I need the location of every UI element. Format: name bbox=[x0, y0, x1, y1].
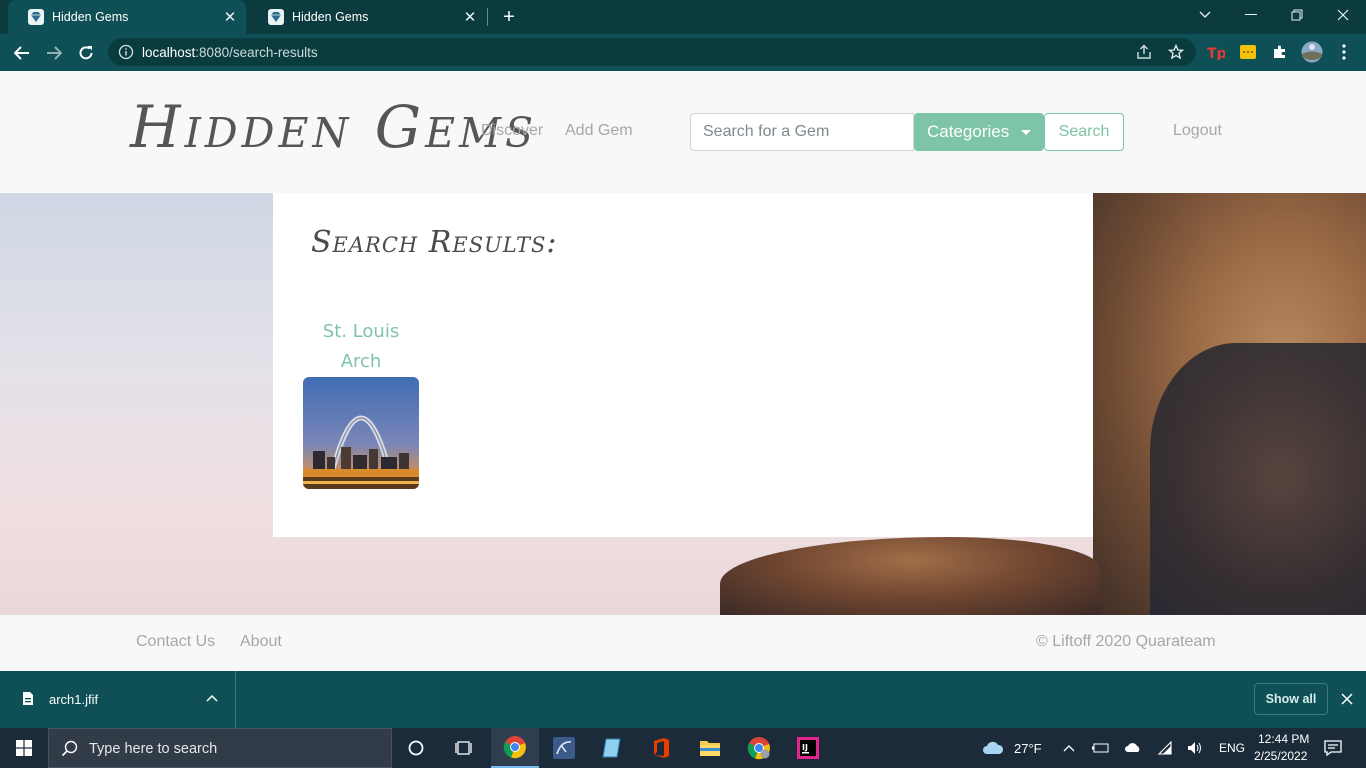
categories-label: Categories bbox=[927, 122, 1010, 141]
task-view-icon[interactable] bbox=[440, 728, 488, 768]
onedrive-cloud-icon[interactable] bbox=[1122, 728, 1144, 768]
footer-link-about[interactable]: About bbox=[240, 633, 282, 651]
back-arrow-icon[interactable] bbox=[9, 40, 35, 66]
file-explorer-icon[interactable] bbox=[686, 728, 734, 768]
chrome-taskbar-icon[interactable] bbox=[491, 728, 539, 768]
windows-taskbar: Type here to search IJ 27°F ENG 12:44 PM… bbox=[0, 728, 1366, 768]
browser-menu-icon[interactable] bbox=[1334, 42, 1354, 62]
brand-logo[interactable]: Hidden Gems bbox=[130, 93, 537, 161]
cortana-icon[interactable] bbox=[392, 728, 440, 768]
gem-search-input[interactable]: Search for a Gem bbox=[690, 113, 914, 151]
footer-link-contact[interactable]: Contact Us bbox=[136, 633, 215, 651]
logout-link[interactable]: Logout bbox=[1173, 122, 1222, 140]
chevron-up-icon[interactable] bbox=[205, 692, 219, 706]
gem-favicon-icon bbox=[28, 9, 44, 25]
intellij-icon[interactable]: IJ bbox=[784, 728, 832, 768]
tab-hidden-gems[interactable]: Hidden Gems ✕ bbox=[248, 0, 486, 34]
site-footer: Contact Us About © Liftoff 2020 Quaratea… bbox=[0, 615, 1366, 671]
download-bar: arch1.jfif Show all bbox=[0, 671, 1366, 728]
tab-search-chevron-icon[interactable] bbox=[1182, 0, 1228, 30]
wifi-icon[interactable] bbox=[1154, 728, 1176, 768]
profile-avatar[interactable] bbox=[1301, 41, 1323, 63]
page-title: Search Results: bbox=[311, 225, 558, 260]
categories-dropdown-button[interactable]: Categories bbox=[914, 113, 1044, 151]
weather-cloud-icon[interactable] bbox=[978, 728, 1008, 768]
gem-favicon-icon bbox=[268, 9, 284, 25]
tab-close-icon[interactable]: ✕ bbox=[462, 9, 478, 26]
new-tab-plus-icon[interactable]: + bbox=[498, 6, 520, 28]
gem-name-line2[interactable]: Arch bbox=[303, 347, 419, 377]
taskbar-search-placeholder: Type here to search bbox=[89, 741, 218, 757]
close-download-bar-icon[interactable] bbox=[1340, 692, 1354, 706]
reload-icon[interactable] bbox=[73, 40, 99, 66]
tab-close-icon[interactable]: ✕ bbox=[222, 9, 238, 26]
tab-hidden-gems-active[interactable]: Hidden Gems ✕ bbox=[8, 0, 246, 34]
site-info-icon[interactable] bbox=[118, 44, 134, 60]
nav-link-add-gem[interactable]: Add Gem bbox=[565, 122, 633, 140]
show-hidden-icons-chevron-icon[interactable] bbox=[1058, 728, 1080, 768]
web-page: Hidden Gems Discover Add Gem Search for … bbox=[0, 71, 1366, 671]
gem-photo-arch[interactable] bbox=[303, 377, 419, 489]
nav-link-discover[interactable]: Discover bbox=[481, 122, 543, 140]
clock-date[interactable]: 2/25/2022 bbox=[1254, 749, 1307, 763]
url-text: localhost:8080/search-results bbox=[142, 45, 318, 60]
search-results-panel: Search Results: St. Louis Arch bbox=[273, 193, 1093, 537]
extensions-puzzle-icon[interactable] bbox=[1270, 42, 1290, 62]
url-host: localhost bbox=[142, 45, 196, 60]
svg-text:IJ: IJ bbox=[802, 743, 808, 752]
copyright-text: © Liftoff 2020 Quarateam bbox=[1036, 633, 1216, 650]
extension-tp-icon[interactable]: Tp bbox=[1206, 42, 1226, 62]
download-filename: arch1.jfif bbox=[49, 692, 99, 707]
chrome-alt-taskbar-icon[interactable] bbox=[735, 728, 783, 768]
extension-yellow-icon[interactable] bbox=[1238, 42, 1258, 62]
browser-toolbar: localhost:8080/search-results Tp bbox=[0, 34, 1366, 71]
battery-icon[interactable] bbox=[1090, 728, 1112, 768]
restore-icon[interactable] bbox=[1274, 0, 1320, 30]
caret-down-icon bbox=[1021, 130, 1031, 135]
close-window-icon[interactable] bbox=[1320, 0, 1366, 30]
minimize-icon[interactable] bbox=[1228, 0, 1274, 30]
windows-start-icon[interactable] bbox=[0, 728, 48, 768]
file-icon bbox=[22, 691, 34, 706]
share-icon[interactable] bbox=[1134, 42, 1154, 62]
url-path: :8080/search-results bbox=[195, 45, 318, 60]
tab-separator bbox=[487, 8, 488, 26]
gem-result-card[interactable]: St. Louis Arch bbox=[303, 317, 419, 489]
svg-text:Tp: Tp bbox=[1207, 46, 1225, 60]
clock-time[interactable]: 12:44 PM bbox=[1258, 732, 1309, 746]
show-all-downloads-button[interactable]: Show all bbox=[1254, 683, 1328, 715]
office-icon[interactable] bbox=[637, 728, 685, 768]
search-button[interactable]: Search bbox=[1044, 113, 1124, 151]
notepad-icon[interactable] bbox=[588, 728, 636, 768]
cliff-rock-shadow bbox=[1150, 343, 1366, 615]
bookmark-star-icon[interactable] bbox=[1166, 42, 1186, 62]
input-language[interactable]: ENG bbox=[1219, 741, 1245, 755]
download-item[interactable]: arch1.jfif bbox=[0, 671, 236, 728]
taskbar-search-box[interactable]: Type here to search bbox=[48, 728, 392, 768]
address-bar[interactable]: localhost:8080/search-results bbox=[108, 38, 1196, 66]
forward-arrow-icon[interactable] bbox=[41, 40, 67, 66]
site-header: Hidden Gems Discover Add Gem Search for … bbox=[0, 71, 1366, 193]
weather-temperature[interactable]: 27°F bbox=[1014, 741, 1042, 756]
tab-title: Hidden Gems bbox=[52, 10, 129, 24]
mysql-workbench-icon[interactable] bbox=[540, 728, 588, 768]
tab-title: Hidden Gems bbox=[292, 10, 369, 24]
gem-name-line1[interactable]: St. Louis bbox=[303, 317, 419, 347]
browser-tab-bar: Hidden Gems ✕ Hidden Gems ✕ + bbox=[0, 0, 1366, 34]
cliff-rock-bottom bbox=[720, 537, 1100, 615]
volume-icon[interactable] bbox=[1184, 728, 1206, 768]
search-icon bbox=[61, 740, 79, 758]
notifications-icon[interactable] bbox=[1318, 728, 1348, 768]
